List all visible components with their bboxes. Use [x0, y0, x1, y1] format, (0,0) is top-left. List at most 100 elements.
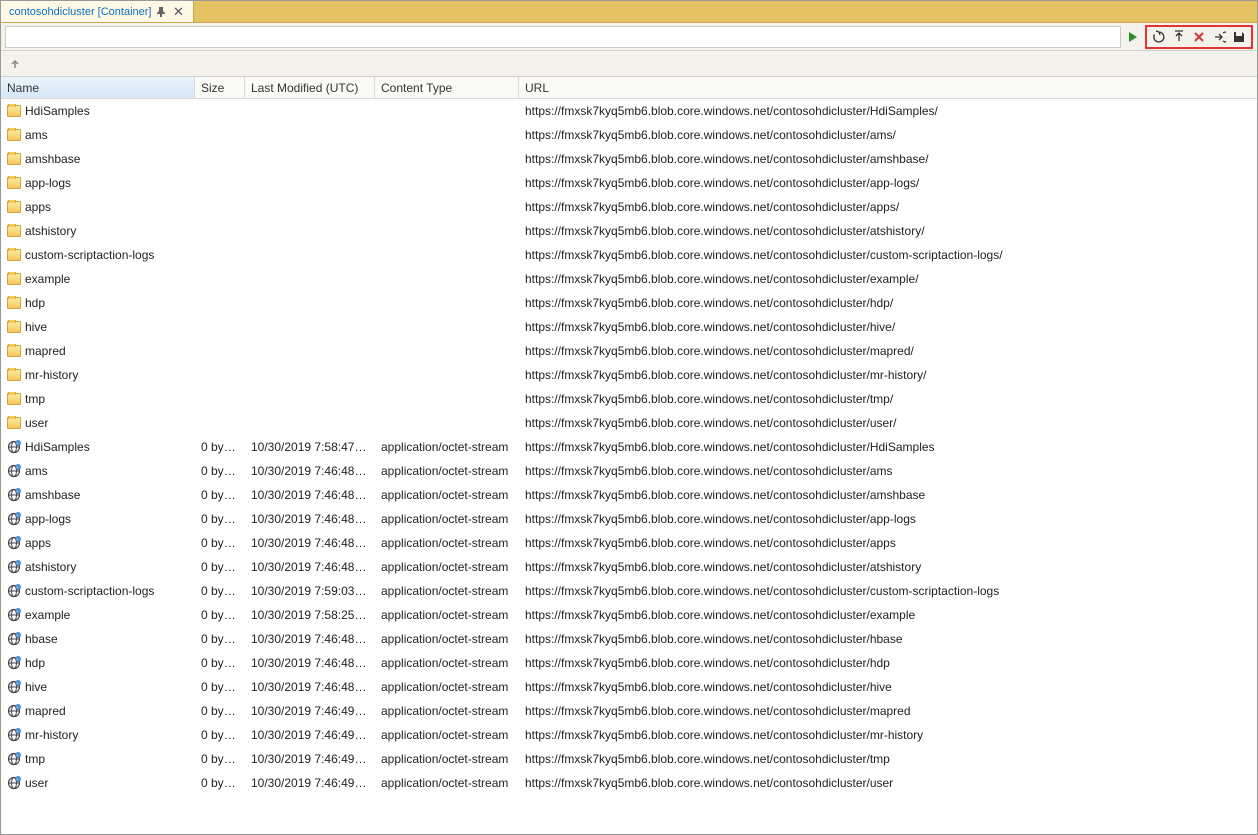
- item-name: hdp: [25, 656, 45, 670]
- item-name: custom-scriptaction-logs: [25, 584, 154, 598]
- item-url: https://fmxsk7kyq5mb6.blob.core.windows.…: [519, 632, 1257, 646]
- blob-icon: [7, 512, 21, 526]
- item-name: HdiSamples: [25, 440, 90, 454]
- table-row[interactable]: user0 bytes10/30/2019 7:46:49 PMapplicat…: [1, 771, 1257, 795]
- item-type: application/octet-stream: [375, 464, 519, 478]
- item-size: 0 bytes: [195, 728, 245, 742]
- table-row[interactable]: appshttps://fmxsk7kyq5mb6.blob.core.wind…: [1, 195, 1257, 219]
- table-row[interactable]: hdp0 bytes10/30/2019 7:46:48 PMapplicati…: [1, 651, 1257, 675]
- table-row[interactable]: amshbasehttps://fmxsk7kyq5mb6.blob.core.…: [1, 147, 1257, 171]
- item-name: app-logs: [25, 176, 71, 190]
- item-modified: 10/30/2019 7:46:49 PM: [245, 728, 375, 742]
- table-row[interactable]: tmphttps://fmxsk7kyq5mb6.blob.core.windo…: [1, 387, 1257, 411]
- table-row[interactable]: atshistory https://fmxsk7kyq5mb6.blob.cor…: [1, 219, 1257, 243]
- execute-button[interactable]: [1123, 27, 1143, 47]
- table-row[interactable]: hbase0 bytes10/30/2019 7:46:48 PMapplica…: [1, 627, 1257, 651]
- table-row[interactable]: mr-history0 bytes10/30/2019 7:46:49 PMap…: [1, 723, 1257, 747]
- table-row[interactable]: hive0 bytes10/30/2019 7:46:48 PMapplicat…: [1, 675, 1257, 699]
- blob-icon: [7, 752, 21, 766]
- item-size: 0 bytes: [195, 440, 245, 454]
- item-name: example: [25, 272, 70, 286]
- column-header-modified[interactable]: Last Modified (UTC): [245, 77, 375, 98]
- blob-icon: [7, 584, 21, 598]
- item-url: https://fmxsk7kyq5mb6.blob.core.windows.…: [519, 680, 1257, 694]
- item-url: https://fmxsk7kyq5mb6.blob.core.windows.…: [519, 416, 1257, 430]
- refresh-button[interactable]: [1149, 27, 1169, 47]
- item-name: user: [25, 416, 48, 430]
- table-row[interactable]: HdiSampleshttps://fmxsk7kyq5mb6.blob.cor…: [1, 99, 1257, 123]
- column-header-url[interactable]: URL: [519, 77, 1257, 98]
- item-name: tmp: [25, 752, 45, 766]
- item-name: mr-history: [25, 728, 78, 742]
- item-name: atshistory: [25, 560, 76, 574]
- folder-icon: [7, 321, 21, 333]
- table-row[interactable]: hdphttps://fmxsk7kyq5mb6.blob.core.windo…: [1, 291, 1257, 315]
- table-row[interactable]: custom-scriptaction-logs0 bytes10/30/201…: [1, 579, 1257, 603]
- item-modified: 10/30/2019 7:46:49 PM: [245, 776, 375, 790]
- item-name: apps: [25, 536, 51, 550]
- blob-icon: [7, 728, 21, 742]
- item-url: https://fmxsk7kyq5mb6.blob.core.windows.…: [519, 776, 1257, 790]
- table-row[interactable]: mr-history https://fmxsk7kyq5mb6.blob.cor…: [1, 363, 1257, 387]
- item-url: https://fmxsk7kyq5mb6.blob.core.windows.…: [519, 704, 1257, 718]
- item-name: app-logs: [25, 512, 71, 526]
- blob-icon: [7, 776, 21, 790]
- folder-icon: [7, 129, 21, 141]
- column-header-name[interactable]: Name: [1, 77, 195, 98]
- path-input[interactable]: [5, 26, 1121, 48]
- delete-button[interactable]: [1189, 27, 1209, 47]
- column-header-size[interactable]: Size: [195, 77, 245, 98]
- item-url: https://fmxsk7kyq5mb6.blob.core.windows.…: [519, 224, 1257, 238]
- pin-icon[interactable]: [155, 6, 167, 18]
- item-name: hbase: [25, 632, 58, 646]
- table-row[interactable]: amshttps://fmxsk7kyq5mb6.blob.core.windo…: [1, 123, 1257, 147]
- table-row[interactable]: atshistory0 bytes10/30/2019 7:46:48 PMap…: [1, 555, 1257, 579]
- table-row[interactable]: examplehttps://fmxsk7kyq5mb6.blob.core.w…: [1, 267, 1257, 291]
- item-url: https://fmxsk7kyq5mb6.blob.core.windows.…: [519, 656, 1257, 670]
- table-row[interactable]: app-logs0 bytes10/30/2019 7:46:48 PMappl…: [1, 507, 1257, 531]
- table-row[interactable]: apps0 bytes10/30/2019 7:46:48 PMapplicat…: [1, 531, 1257, 555]
- item-url: https://fmxsk7kyq5mb6.blob.core.windows.…: [519, 176, 1257, 190]
- item-name: ams: [25, 128, 48, 142]
- item-name: atshistory: [25, 224, 76, 238]
- folder-icon: [7, 249, 21, 261]
- blob-icon: [7, 704, 21, 718]
- up-arrow-icon[interactable]: [7, 56, 23, 72]
- table-row[interactable]: tmp0 bytes10/30/2019 7:46:49 PMapplicati…: [1, 747, 1257, 771]
- upload-button[interactable]: [1169, 27, 1189, 47]
- item-modified: 10/30/2019 7:58:25 PM: [245, 608, 375, 622]
- item-size: 0 bytes: [195, 656, 245, 670]
- item-size: 0 bytes: [195, 464, 245, 478]
- table-row[interactable]: example0 bytes10/30/2019 7:58:25 PMappli…: [1, 603, 1257, 627]
- table-row[interactable]: custom-scriptaction-logshttps://fmxsk7ky…: [1, 243, 1257, 267]
- item-name: mapred: [25, 344, 66, 358]
- tab-container[interactable]: contosohdicluster [Container] ✕: [1, 1, 194, 22]
- table-row[interactable]: user https://fmxsk7kyq5mb6.blob.core.wind…: [1, 411, 1257, 435]
- table-row[interactable]: ams0 bytes10/30/2019 7:46:48 PMapplicati…: [1, 459, 1257, 483]
- table-row[interactable]: HdiSamples0 bytes10/30/2019 7:58:47 PMap…: [1, 435, 1257, 459]
- item-name: hive: [25, 320, 47, 334]
- table-row[interactable]: mapred0 bytes10/30/2019 7:46:49 PMapplic…: [1, 699, 1257, 723]
- open-button[interactable]: [1209, 27, 1229, 47]
- close-icon[interactable]: ✕: [171, 5, 185, 19]
- save-button[interactable]: [1229, 27, 1249, 47]
- item-modified: 10/30/2019 7:59:03 PM: [245, 584, 375, 598]
- item-url: https://fmxsk7kyq5mb6.blob.core.windows.…: [519, 392, 1257, 406]
- table-row[interactable]: hivehttps://fmxsk7kyq5mb6.blob.core.wind…: [1, 315, 1257, 339]
- folder-icon: [7, 345, 21, 357]
- item-modified: 10/30/2019 7:46:48 PM: [245, 512, 375, 526]
- table-row[interactable]: amshbase0 bytes10/30/2019 7:46:48 PMappl…: [1, 483, 1257, 507]
- table-body[interactable]: HdiSamples https://fmxsk7kyq5mb6.blob.cor…: [1, 99, 1257, 834]
- table-row[interactable]: app-logs https://fmxsk7kyq5mb6.blob.core.…: [1, 171, 1257, 195]
- toolbar-actions-highlight: [1145, 25, 1253, 49]
- item-url: https://fmxsk7kyq5mb6.blob.core.windows.…: [519, 104, 1257, 118]
- item-modified: 10/30/2019 7:46:48 PM: [245, 464, 375, 478]
- item-modified: 10/30/2019 7:46:48 PM: [245, 536, 375, 550]
- column-header-type[interactable]: Content Type: [375, 77, 519, 98]
- item-url: https://fmxsk7kyq5mb6.blob.core.windows.…: [519, 608, 1257, 622]
- folder-icon: [7, 393, 21, 405]
- item-type: application/octet-stream: [375, 704, 519, 718]
- table-row[interactable]: mapredhttps://fmxsk7kyq5mb6.blob.core.wi…: [1, 339, 1257, 363]
- item-name: mr-history: [25, 368, 78, 382]
- item-url: https://fmxsk7kyq5mb6.blob.core.windows.…: [519, 368, 1257, 382]
